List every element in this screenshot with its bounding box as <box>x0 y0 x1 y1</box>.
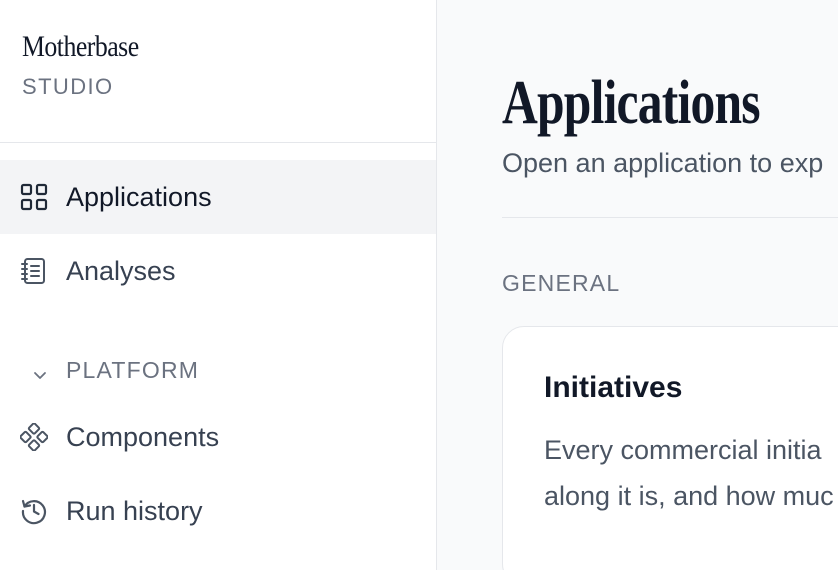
page-title: Applications <box>502 69 761 137</box>
main-content: Applications Open an application to exp … <box>437 0 838 570</box>
sidebar-item-label: Components <box>66 421 220 452</box>
brand-subtitle: STUDIO <box>22 74 114 99</box>
sidebar-item-applications[interactable]: Applications <box>0 160 436 234</box>
card-description-line: Every commercial initia <box>544 435 822 465</box>
card-title: Initiatives <box>544 371 683 404</box>
group-label-general: GENERAL <box>502 270 621 296</box>
components-icon <box>20 423 48 451</box>
sidebar: Motherbase STUDIO Applications Analyses … <box>0 0 437 570</box>
sidebar-item-label: Analyses <box>66 255 176 286</box>
grid-icon <box>20 183 48 211</box>
history-icon <box>20 497 48 525</box>
sidebar-item-label: Run history <box>66 495 203 526</box>
section-label: PLATFORM <box>66 356 200 383</box>
sidebar-item-run-history[interactable]: Run history <box>0 474 436 548</box>
brand-name: Motherbase <box>22 30 139 63</box>
card-description-line: along it is, and how muc <box>544 481 834 511</box>
page-subtitle: Open an application to exp <box>502 148 824 178</box>
notebook-icon <box>20 257 48 285</box>
sidebar-item-analyses[interactable]: Analyses <box>0 234 436 308</box>
sidebar-item-label: Applications <box>66 181 212 212</box>
sidebar-nav: Applications Analyses PLATFORM Component… <box>0 143 436 548</box>
application-card-initiatives[interactable]: Initiatives Every commercial initia alon… <box>502 326 838 570</box>
section-header-platform[interactable]: PLATFORM <box>0 340 436 400</box>
app-window: Motherbase STUDIO Applications Analyses … <box>0 0 838 570</box>
divider <box>502 217 838 218</box>
chevron-down-icon <box>32 362 48 379</box>
card-description: Every commercial initia along it is, and… <box>544 427 838 519</box>
sidebar-item-components[interactable]: Components <box>0 400 436 474</box>
brand: Motherbase STUDIO <box>0 0 436 143</box>
